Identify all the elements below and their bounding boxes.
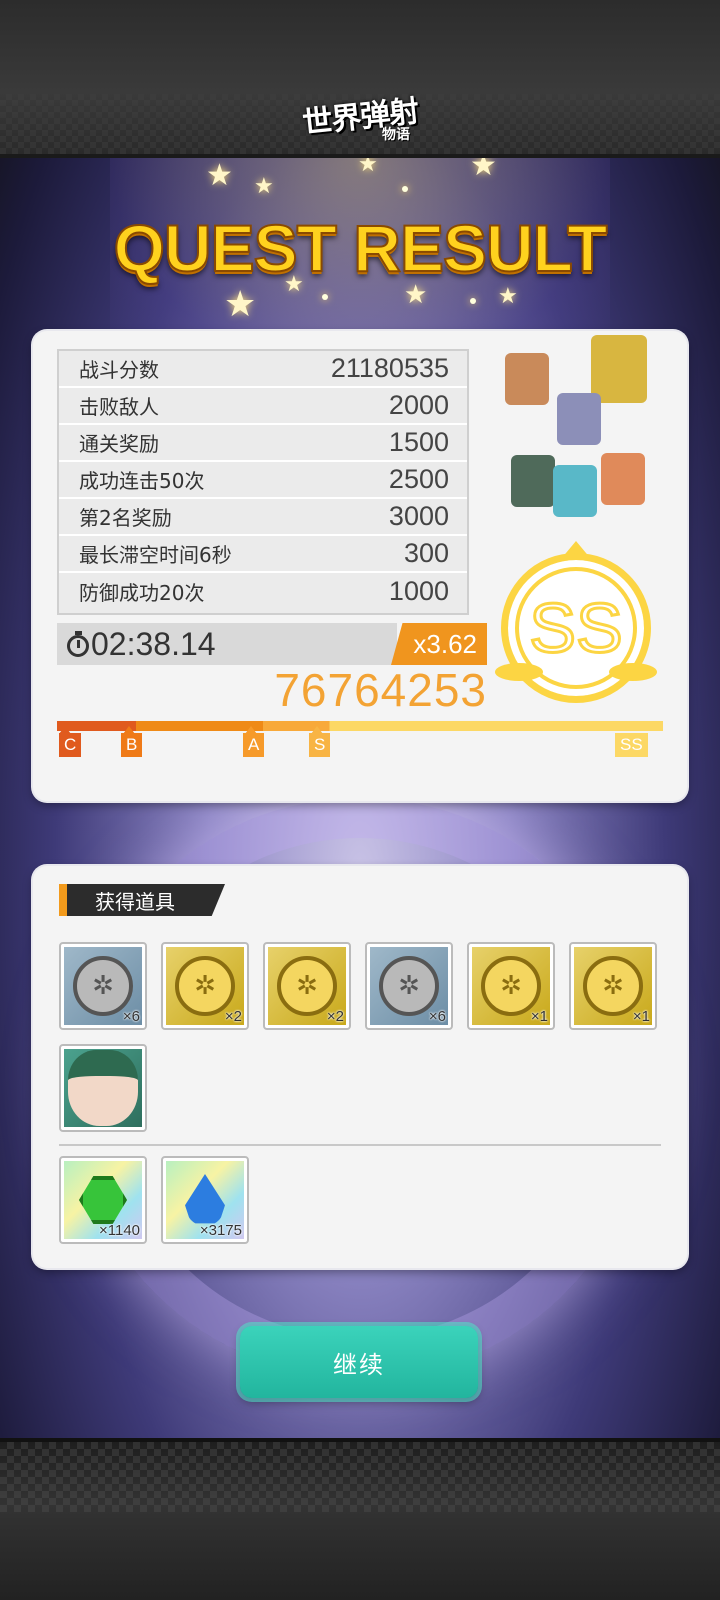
character-sprite-icon [591, 335, 647, 403]
item-count: ×6 [428, 1008, 446, 1025]
reward-items-row: ✲ ×6 ✲ ×2 ✲ ×2 ✲ ×6 ✲ ×1 ✲ ×1 [59, 942, 657, 1030]
reward-item[interactable]: ✲ ×6 [59, 942, 147, 1030]
star-icon: ★ [224, 284, 257, 325]
character-sprite-icon [601, 453, 645, 505]
rank-mark-s: S [309, 733, 331, 757]
reward-item[interactable]: ✲ ×1 [467, 942, 555, 1030]
score-label: 击败敌人 [79, 395, 159, 419]
currency-item[interactable]: ×1140 [59, 1156, 147, 1244]
character-sprite-icon [557, 393, 601, 445]
score-value: 3000 [388, 501, 449, 531]
badge-wing-icon [609, 663, 657, 681]
rewards-divider [59, 1144, 661, 1146]
rewards-section-header: 获得道具 [59, 884, 225, 916]
game-logo: 世界弹射 物语 [290, 80, 430, 148]
badge-wing-icon [495, 663, 543, 681]
gold-medal-icon: ✲ [583, 956, 643, 1016]
gold-medal-icon: ✲ [175, 956, 235, 1016]
character-sprite-icon [553, 465, 597, 517]
stopwatch-icon [67, 630, 89, 657]
clear-time: 02:38.14 [91, 625, 216, 662]
score-multiplier: x3.62 [391, 623, 487, 665]
score-row: 击败敌人 2000 [59, 388, 467, 425]
score-label: 最长滞空时间6秒 [79, 543, 232, 567]
score-label: 成功连击50次 [79, 469, 205, 493]
score-breakdown-table: 战斗分数 21180535 击败敌人 2000 通关奖励 1500 成功连击50次 25… [57, 349, 469, 615]
silver-medal-icon: ✲ [73, 956, 133, 1016]
score-label: 防御成功20次 [79, 581, 205, 605]
total-score: 76764253 [274, 664, 487, 716]
score-label: 通关奖励 [79, 432, 159, 456]
continue-button[interactable]: 继续 [240, 1326, 478, 1398]
star-icon: ★ [358, 158, 378, 177]
score-row: 战斗分数 21180535 [59, 351, 467, 388]
item-count: ×2 [224, 1008, 242, 1025]
item-count: ×1 [530, 1008, 548, 1025]
star-icon: ★ [254, 174, 274, 199]
blue-drop-icon [185, 1174, 225, 1224]
character-sprite-icon [511, 455, 555, 507]
character-sprite-icon [505, 353, 549, 405]
score-value: 300 [403, 538, 449, 568]
gold-medal-icon: ✲ [277, 956, 337, 1016]
star-icon: ★ [498, 284, 518, 309]
sparkle-icon [322, 294, 328, 300]
item-count: ×3175 [199, 1222, 242, 1239]
score-panel: 战斗分数 21180535 击败敌人 2000 通关奖励 1500 成功连击50次 25… [33, 331, 687, 801]
rank-mark-ss: SS [615, 733, 648, 757]
header-accent [59, 884, 67, 916]
reward-item[interactable]: ✲ ×1 [569, 942, 657, 1030]
party-characters [503, 335, 663, 525]
score-value: 21180535 [330, 353, 449, 383]
item-count: ×6 [122, 1008, 140, 1025]
green-gem-icon [79, 1176, 127, 1224]
item-count: ×1140 [98, 1222, 140, 1239]
sparkle-icon [402, 186, 408, 192]
score-label: 第2名奖励 [79, 506, 172, 530]
quest-result-title: QUEST RESULT [113, 210, 609, 286]
star-icon: ★ [206, 158, 233, 193]
character-portrait-icon [68, 1050, 138, 1126]
score-row: 第2名奖励 3000 [59, 499, 467, 536]
silver-medal-icon: ✲ [379, 956, 439, 1016]
item-count: ×2 [326, 1008, 344, 1025]
rank-progress-bar [57, 721, 663, 731]
item-count: ×1 [632, 1008, 650, 1025]
logo-subtext: 物语 [382, 127, 410, 143]
score-value: 1000 [388, 576, 449, 606]
currency-item[interactable]: ×3175 [161, 1156, 249, 1244]
score-label: 战斗分数 [79, 358, 159, 382]
score-row: 最长滞空时间6秒 300 [59, 536, 467, 573]
rank-mark-b: B [121, 733, 143, 757]
reward-character-row [59, 1044, 147, 1132]
star-icon: ★ [470, 158, 497, 183]
top-header-bar: 世界弹射 物语 [0, 0, 720, 158]
sparkle-icon [470, 298, 476, 304]
score-value: 2500 [388, 464, 449, 494]
rewards-panel: 获得道具 ✲ ×6 ✲ ×2 ✲ ×2 ✲ ×6 ✲ ×1 ✲ ×1 ×1140 ×3175 [33, 866, 687, 1268]
rank-mark-a: A [243, 733, 265, 757]
score-row: 通关奖励 1500 [59, 425, 467, 462]
bottom-bar [0, 1438, 720, 1600]
reward-item[interactable]: ✲ ×6 [365, 942, 453, 1030]
rank-badge: SS [495, 541, 657, 706]
score-row: 成功连击50次 2500 [59, 462, 467, 499]
footer-pattern [0, 1442, 720, 1512]
clear-time-bar: 02:38.14 [57, 623, 397, 665]
reward-item[interactable]: ✲ ×2 [161, 942, 249, 1030]
reward-item[interactable]: ✲ ×2 [263, 942, 351, 1030]
rank-mark-c: C [59, 733, 82, 757]
score-row: 防御成功20次 1000 [59, 573, 467, 610]
rewards-section-title: 获得道具 [95, 889, 175, 914]
gold-medal-icon: ✲ [481, 956, 541, 1016]
reward-character[interactable] [59, 1044, 147, 1132]
score-value: 2000 [388, 390, 449, 420]
currency-row: ×1140 ×3175 [59, 1156, 249, 1244]
score-value: 1500 [388, 427, 449, 457]
